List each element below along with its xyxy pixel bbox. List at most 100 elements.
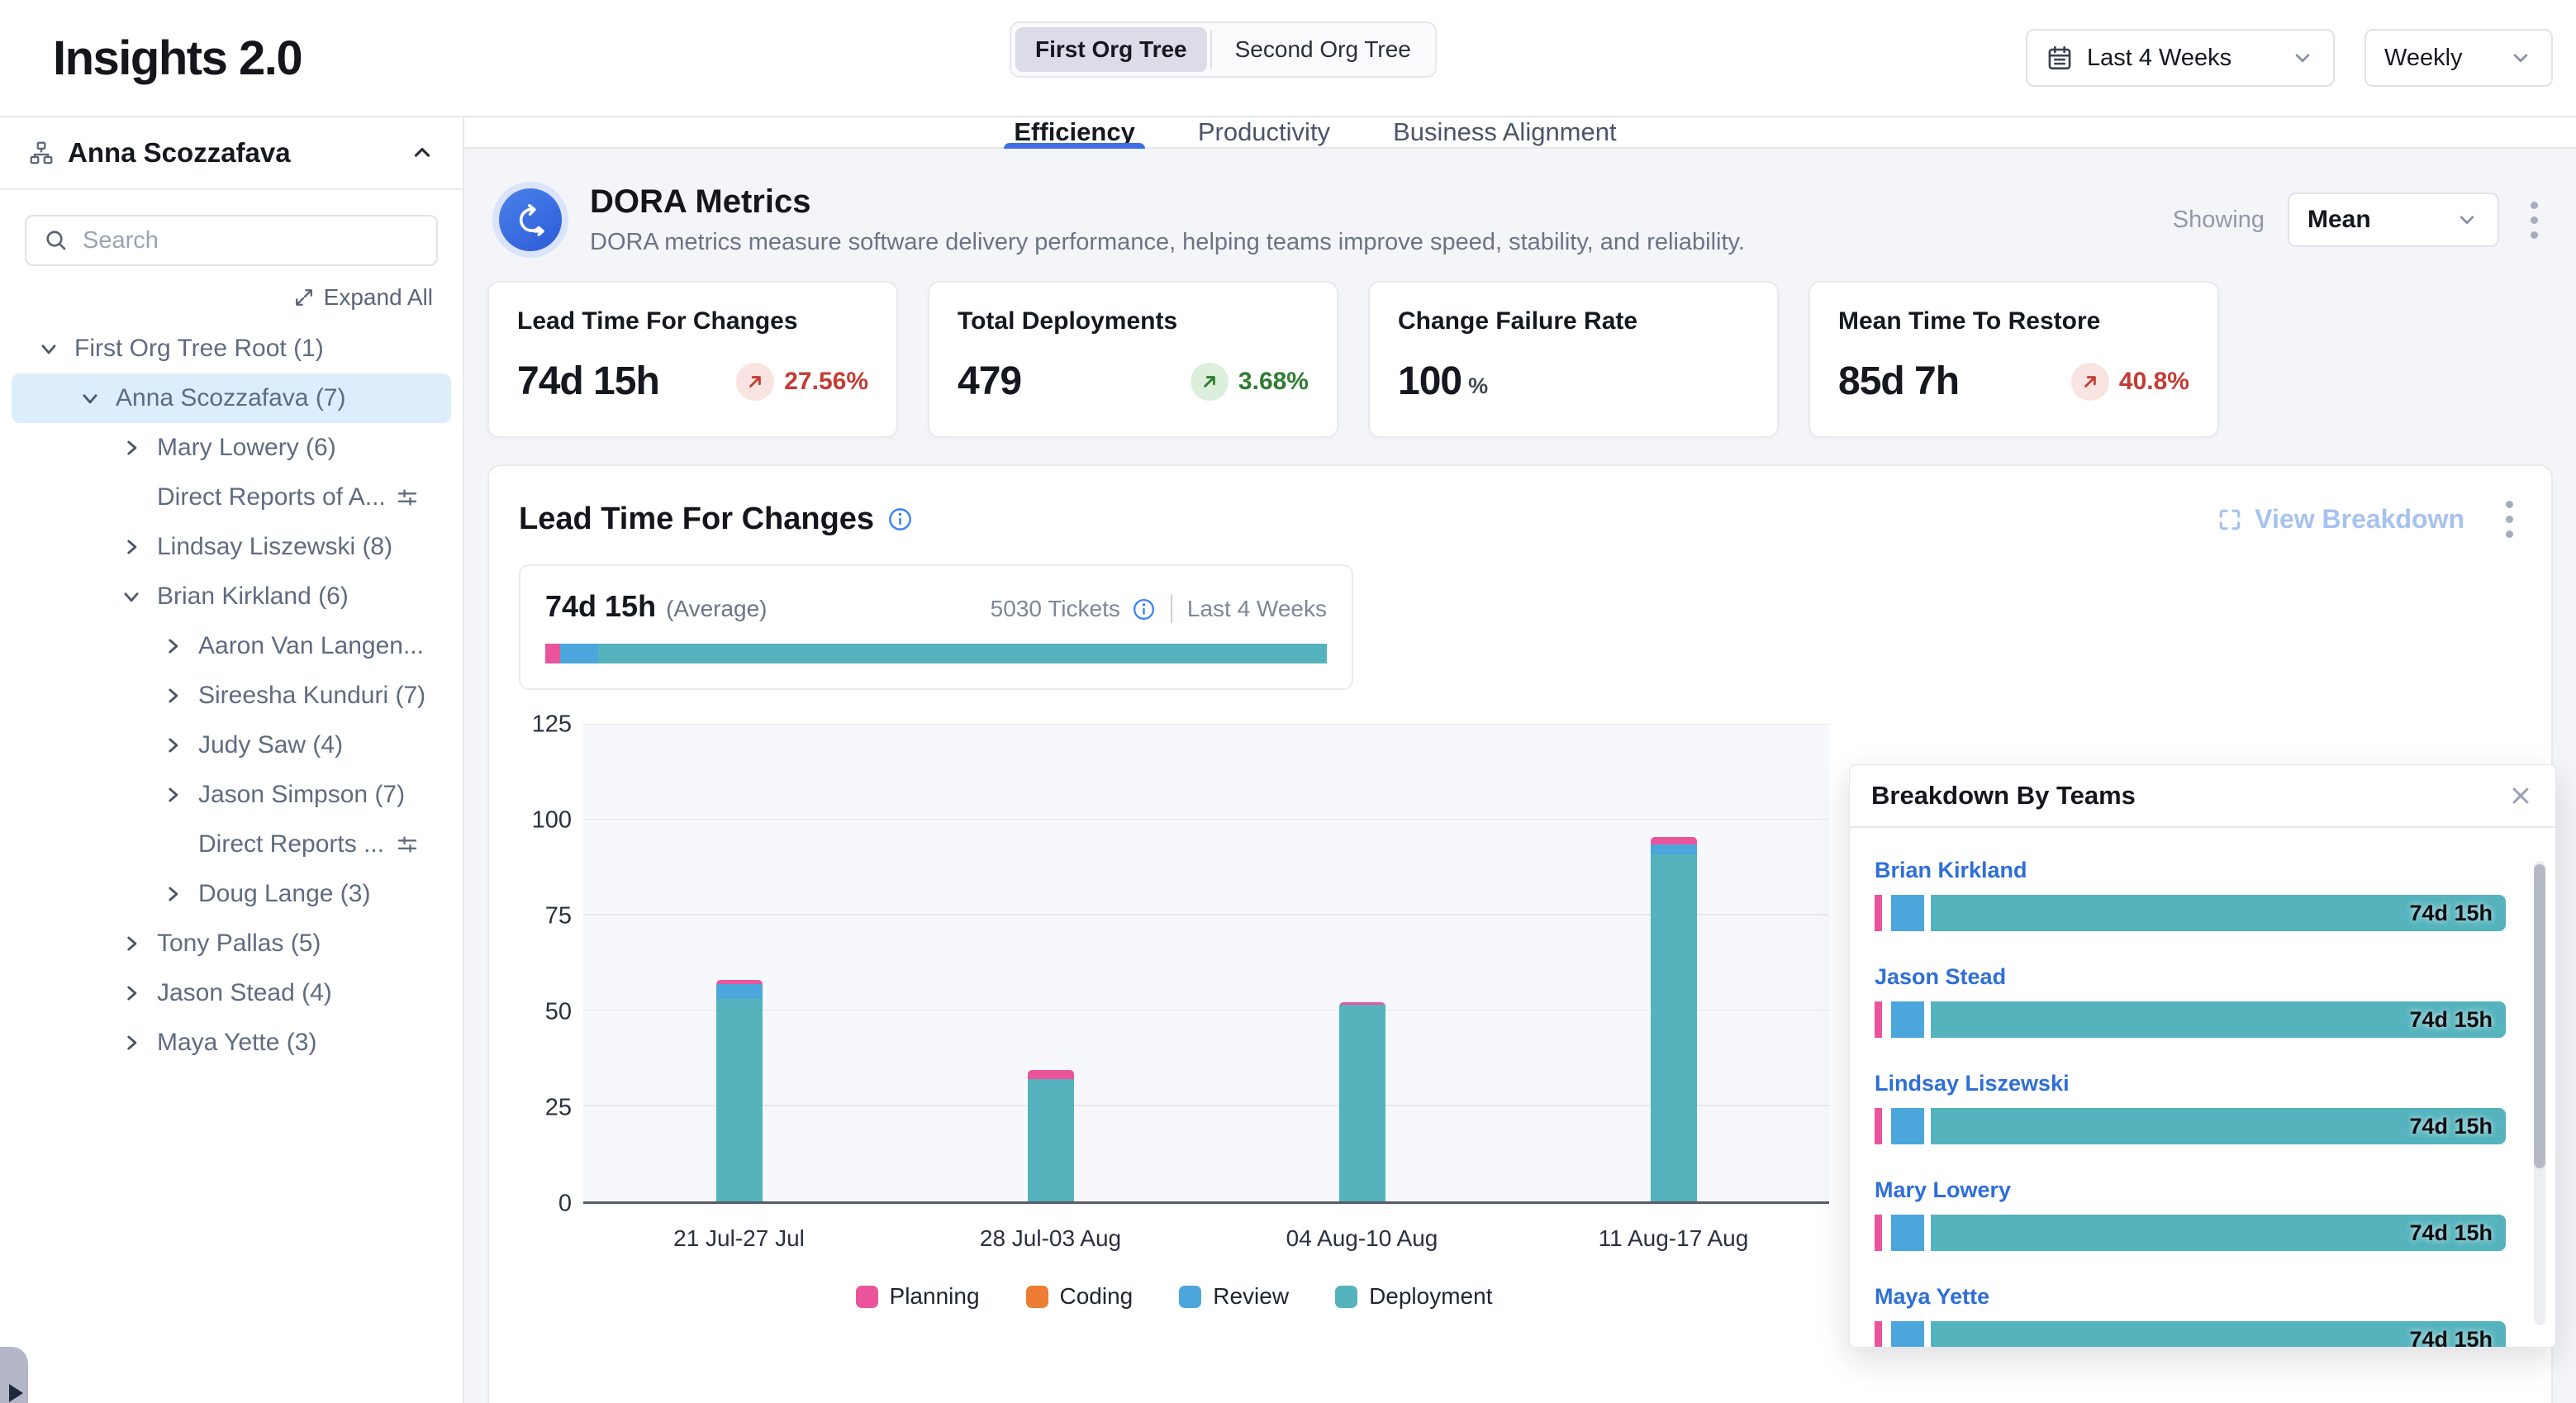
tree-item-label: Tony Pallas (5) bbox=[157, 930, 321, 958]
info-icon[interactable] bbox=[1132, 597, 1156, 621]
toggle-first-org-tree[interactable]: First Org Tree bbox=[1015, 27, 1207, 72]
chevron-right-icon[interactable] bbox=[121, 536, 142, 558]
dora-menu-button[interactable] bbox=[2522, 195, 2546, 245]
tree-item[interactable]: Direct Reports of A... bbox=[0, 473, 463, 522]
section-title: Lead Time For Changes bbox=[519, 502, 874, 537]
chevron-right-icon[interactable] bbox=[162, 685, 183, 706]
tree-item[interactable]: Tony Pallas (5) bbox=[0, 919, 463, 968]
chevron-up-icon[interactable] bbox=[410, 140, 435, 165]
org-chart-icon bbox=[28, 140, 55, 166]
team-value: 74d 15h bbox=[2409, 1220, 2493, 1246]
tree-item-label: Judy Saw (4) bbox=[198, 731, 343, 759]
close-icon[interactable] bbox=[2507, 782, 2534, 809]
view-breakdown-button[interactable]: View Breakdown bbox=[2217, 504, 2464, 535]
tree-item-label: Mary Lowery (6) bbox=[157, 434, 336, 462]
tree-item[interactable]: Lindsay Liszewski (8) bbox=[0, 522, 463, 572]
gridline bbox=[583, 1010, 1829, 1011]
gridline bbox=[583, 819, 1829, 820]
search-icon bbox=[43, 227, 69, 254]
chevron-right-icon[interactable] bbox=[162, 735, 183, 756]
info-icon[interactable] bbox=[887, 507, 913, 532]
tree-item[interactable]: Direct Reports ... bbox=[0, 820, 463, 869]
chart-legend: PlanningCodingReviewDeployment bbox=[519, 1283, 1829, 1310]
chevron-down-icon bbox=[2508, 45, 2533, 70]
bar-segment-deployment: 74d 15h bbox=[1931, 1215, 2506, 1251]
chart-y-axis: 0255075100125 bbox=[519, 725, 572, 1204]
sidebar-header[interactable]: Anna Scozzafava bbox=[0, 117, 463, 190]
y-tick-label: 0 bbox=[558, 1191, 572, 1218]
tree-item[interactable]: Brian Kirkland (6) bbox=[0, 572, 463, 621]
metric-card-total-deployments: Total Deployments 479 3.68% bbox=[928, 281, 1338, 438]
chevron-right-icon[interactable] bbox=[121, 437, 142, 459]
section-menu-button[interactable] bbox=[2498, 494, 2521, 545]
chevron-down-icon[interactable] bbox=[79, 388, 101, 409]
tree-item-label: Jason Stead (4) bbox=[157, 979, 332, 1007]
app-title: Insights 2.0 bbox=[53, 31, 302, 86]
tree-item[interactable]: Maya Yette (3) bbox=[0, 1018, 463, 1068]
chevron-down-icon[interactable] bbox=[38, 338, 59, 359]
dora-title: DORA Metrics bbox=[590, 183, 1745, 221]
metric-value: 100 bbox=[1398, 359, 1461, 404]
metric-value: 85d 7h bbox=[1838, 359, 1959, 404]
granularity-select[interactable]: Weekly bbox=[2365, 29, 2553, 87]
bar-segment-planning bbox=[1651, 837, 1697, 844]
tab-efficiency[interactable]: Efficiency bbox=[1009, 117, 1139, 147]
calendar-icon bbox=[2046, 44, 2074, 72]
bar-segment-review bbox=[1891, 1215, 1924, 1251]
tree-item[interactable]: Judy Saw (4) bbox=[0, 721, 463, 770]
tree-item[interactable]: Anna Scozzafava (7) bbox=[12, 373, 451, 423]
tree-item[interactable]: Jason Stead (4) bbox=[0, 968, 463, 1018]
team-value: 74d 15h bbox=[2409, 1007, 2493, 1033]
bar-segment-deployment bbox=[716, 999, 763, 1201]
gridline bbox=[583, 914, 1829, 916]
tree-item[interactable]: First Org Tree Root (1) bbox=[0, 324, 463, 373]
tab-productivity[interactable]: Productivity bbox=[1193, 117, 1335, 147]
tree-item[interactable]: Mary Lowery (6) bbox=[0, 423, 463, 473]
lead-time-chart: 0255075100125 21 Jul-27 Jul28 Jul-03 Aug… bbox=[519, 725, 1829, 1310]
legend-label: Planning bbox=[890, 1283, 980, 1310]
chevron-right-icon[interactable] bbox=[162, 635, 183, 657]
legend-item-deployment: Deployment bbox=[1335, 1283, 1492, 1310]
legend-label: Coding bbox=[1060, 1283, 1134, 1310]
stacked-bar bbox=[1028, 1070, 1074, 1201]
bar-segment-deployment bbox=[598, 644, 1327, 663]
chevron-right-icon[interactable] bbox=[162, 784, 183, 806]
team-name-link[interactable]: Maya Yette bbox=[1875, 1284, 2506, 1310]
scrollbar-thumb[interactable] bbox=[2534, 864, 2545, 1168]
metric-title: Change Failure Rate bbox=[1398, 307, 1749, 335]
tab-bar: Efficiency Productivity Business Alignme… bbox=[464, 117, 2576, 149]
tree-item[interactable]: Doug Lange (3) bbox=[0, 869, 463, 919]
toggle-second-org-tree[interactable]: Second Org Tree bbox=[1215, 27, 1431, 72]
breakdown-panel-title: Breakdown By Teams bbox=[1871, 781, 2136, 811]
expand-all-button[interactable]: Expand All bbox=[0, 266, 463, 316]
search-input[interactable] bbox=[83, 227, 420, 254]
team-name-link[interactable]: Brian Kirkland bbox=[1875, 858, 2506, 883]
team-name-link[interactable]: Lindsay Liszewski bbox=[1875, 1071, 2506, 1096]
team-name-link[interactable]: Mary Lowery bbox=[1875, 1177, 2506, 1203]
metric-title: Total Deployments bbox=[958, 307, 1309, 335]
gridline bbox=[583, 1105, 1829, 1106]
team-phase-bar: 74d 15h bbox=[1875, 1001, 2506, 1038]
tab-business-alignment[interactable]: Business Alignment bbox=[1388, 117, 1622, 147]
tree-item-label: Sireesha Kunduri (7) bbox=[198, 682, 425, 710]
chevron-right-icon[interactable] bbox=[121, 933, 142, 954]
chevron-right-icon[interactable] bbox=[121, 1032, 142, 1053]
dora-metrics-header: DORA Metrics DORA metrics measure softwa… bbox=[487, 170, 2553, 266]
chevron-right-icon[interactable] bbox=[121, 982, 142, 1004]
tree-item[interactable]: Jason Simpson (7) bbox=[0, 770, 463, 820]
showing-select[interactable]: Mean bbox=[2288, 193, 2499, 247]
sidebar-collapse-handle[interactable] bbox=[0, 1347, 28, 1403]
tickets-count: 5030 Tickets bbox=[991, 596, 1120, 622]
team-name-link[interactable]: Jason Stead bbox=[1875, 964, 2506, 990]
metric-delta: 3.68% bbox=[1191, 363, 1309, 401]
tree-item[interactable]: Sireesha Kunduri (7) bbox=[0, 671, 463, 721]
tree-item[interactable]: Aaron Van Langen... bbox=[0, 621, 463, 671]
bar-segment-review bbox=[1651, 844, 1697, 854]
date-range-select[interactable]: Last 4 Weeks bbox=[2026, 29, 2335, 87]
chevron-down-icon[interactable] bbox=[121, 586, 142, 607]
stacked-bar bbox=[716, 980, 763, 1201]
filter-icon[interactable] bbox=[395, 485, 420, 510]
filter-icon[interactable] bbox=[395, 832, 420, 857]
team-phase-bar: 74d 15h bbox=[1875, 895, 2506, 931]
chevron-right-icon[interactable] bbox=[162, 883, 183, 905]
